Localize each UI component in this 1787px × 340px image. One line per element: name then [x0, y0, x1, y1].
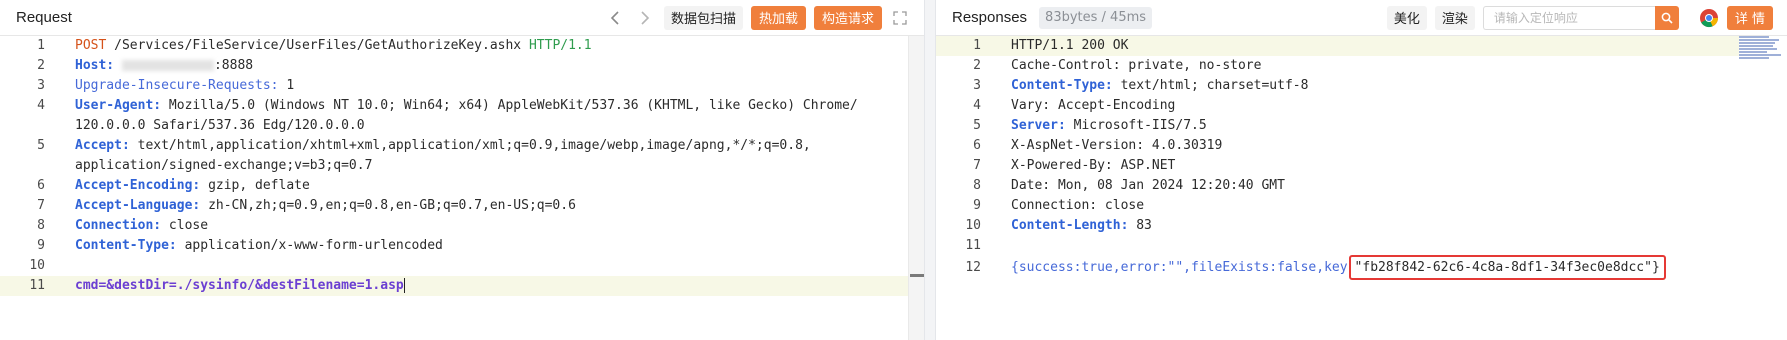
hot-load-button[interactable]: 热加载 [750, 5, 806, 30]
response-meta-badge: 83bytes / 45ms [1039, 6, 1153, 29]
header-key: Content-Type: [1011, 78, 1113, 93]
code-line: 4 User-Agent: Mozilla/5.0 (Windows NT 10… [37, 98, 858, 113]
beautify-button[interactable]: 美化 [1386, 5, 1427, 30]
redacted-host [121, 60, 214, 71]
code-line: 11 [965, 238, 981, 253]
header-value: text/html; charset=utf-8 [1120, 78, 1309, 93]
header-key: Accept-Language: [75, 198, 201, 213]
code-line: 6 Accept-Encoding: gzip, deflate [37, 178, 310, 193]
chrome-icon[interactable] [1699, 8, 1719, 28]
chevron-right-icon[interactable] [634, 7, 656, 29]
request-body: cmd=&destDir=./sysinfo/&destFilename=1.a… [75, 278, 404, 293]
header-key: Upgrade-Insecure-Requests: [75, 78, 279, 93]
header-value: 1 [286, 78, 295, 93]
header-key: Content-Length: [1011, 218, 1129, 233]
status-line: HTTP/1.1 200 OK [1011, 38, 1129, 53]
code-line: 4 Vary: Accept-Encoding [973, 98, 1176, 113]
code-line: 9 Connection: close [973, 198, 1145, 213]
code-line: 2 Cache-Control: private, no-store [973, 58, 1262, 73]
code-line: 5 Server: Microsoft-IIS/7.5 [973, 118, 1207, 133]
request-title: Request [16, 9, 72, 26]
highlighted-key-value: "fb28f842-62c6-4c8a-8df1-34f3ec0e8dcc"} [1348, 255, 1666, 280]
split-divider[interactable] [924, 0, 936, 340]
code-line-continuation: 120.0.0.0 Safari/537.36 Edg/120.0.0.0 [75, 118, 365, 133]
code-line: 2 Host: :8888 [37, 58, 254, 73]
header-key: Accept: [75, 138, 130, 153]
details-button[interactable]: 详 情 [1726, 5, 1773, 30]
response-body: {success:true,error:"",fileExists:false,… [1011, 260, 1348, 275]
code-line: 5 Accept: text/html,application/xhtml+xm… [37, 138, 811, 153]
http-method: POST [75, 38, 107, 53]
build-request-button[interactable]: 构造请求 [813, 5, 882, 30]
header-key: Connection: [75, 218, 162, 233]
code-line: 3 Upgrade-Insecure-Requests: 1 [37, 78, 295, 93]
code-line: 8 Date: Mon, 08 Jan 2024 12:20:40 GMT [973, 178, 1285, 193]
request-scrollbar[interactable] [908, 36, 924, 340]
request-path: /Services/FileService/UserFiles/GetAutho… [114, 38, 522, 53]
response-title: Responses [952, 9, 1028, 26]
minimap[interactable] [1739, 36, 1785, 66]
response-search [1482, 5, 1679, 30]
header-value: close [168, 218, 209, 233]
header-value: application/x-www-form-urlencoded [184, 238, 443, 253]
search-icon[interactable] [1654, 5, 1679, 30]
request-pane: Request 数据包扫描 热加载 构造请求 1 POST /Services/… [0, 0, 924, 340]
code-line: 6 X-AspNet-Version: 4.0.30319 [973, 138, 1223, 153]
header-value: zh-CN,zh;q=0.9,en;q=0.8,en-GB;q=0.7,en-U… [208, 198, 576, 213]
http-protocol: HTTP/1.1 [528, 38, 592, 53]
header-value: :8888 [213, 58, 254, 73]
header-key: Server: [1011, 118, 1066, 133]
scrollbar-thumb[interactable] [910, 274, 924, 277]
code-line: 10 Content-Length: 83 [965, 218, 1152, 233]
code-line: 8 Connection: close [37, 218, 209, 233]
code-line-active: 11 cmd=&destDir=./sysinfo/&destFilename=… [0, 276, 924, 296]
code-line: 10 [29, 258, 45, 273]
text-cursor [403, 278, 405, 293]
header-value: text/html,application/xhtml+xml,applicat… [137, 138, 811, 153]
header-key: Content-Type: [75, 238, 177, 253]
expand-icon[interactable] [890, 8, 910, 28]
packet-scan-button[interactable]: 数据包扫描 [663, 5, 743, 30]
response-viewer[interactable]: 1 HTTP/1.1 200 OK 2 Cache-Control: priva… [936, 36, 1787, 340]
header-value: gzip, deflate [208, 178, 310, 193]
header-key: Accept-Encoding: [75, 178, 201, 193]
header-key: User-Agent: [75, 98, 162, 113]
code-line: 12 {success:true,error:"",fileExists:fal… [936, 255, 1787, 280]
header-value: Mozilla/5.0 (Windows NT 10.0; Win64; x64… [168, 98, 858, 113]
response-pane: Responses 83bytes / 45ms 美化 渲染 详 情 [936, 0, 1787, 340]
chevron-left-icon[interactable] [604, 7, 626, 29]
code-line: 7 Accept-Language: zh-CN,zh;q=0.9,en;q=0… [37, 198, 576, 213]
header-value: Microsoft-IIS/7.5 [1073, 118, 1207, 133]
code-line-continuation: application/signed-exchange;v=b3;q=0.7 [75, 158, 373, 173]
response-header: Responses 83bytes / 45ms 美化 渲染 详 情 [936, 0, 1787, 36]
render-button[interactable]: 渲染 [1434, 5, 1475, 30]
request-editor[interactable]: 1 POST /Services/FileService/UserFiles/G… [0, 36, 924, 340]
code-line: 9 Content-Type: application/x-www-form-u… [37, 238, 443, 253]
header-key: Host: [75, 58, 115, 73]
code-line-active: 1 HTTP/1.1 200 OK [936, 36, 1739, 56]
code-line: 7 X-Powered-By: ASP.NET [973, 158, 1176, 173]
code-line: 3 Content-Type: text/html; charset=utf-8 [973, 78, 1309, 93]
response-search-input[interactable] [1482, 5, 1655, 30]
request-header: Request 数据包扫描 热加载 构造请求 [0, 0, 924, 36]
code-line: 1 POST /Services/FileService/UserFiles/G… [37, 38, 592, 53]
header-value: 83 [1136, 218, 1152, 233]
